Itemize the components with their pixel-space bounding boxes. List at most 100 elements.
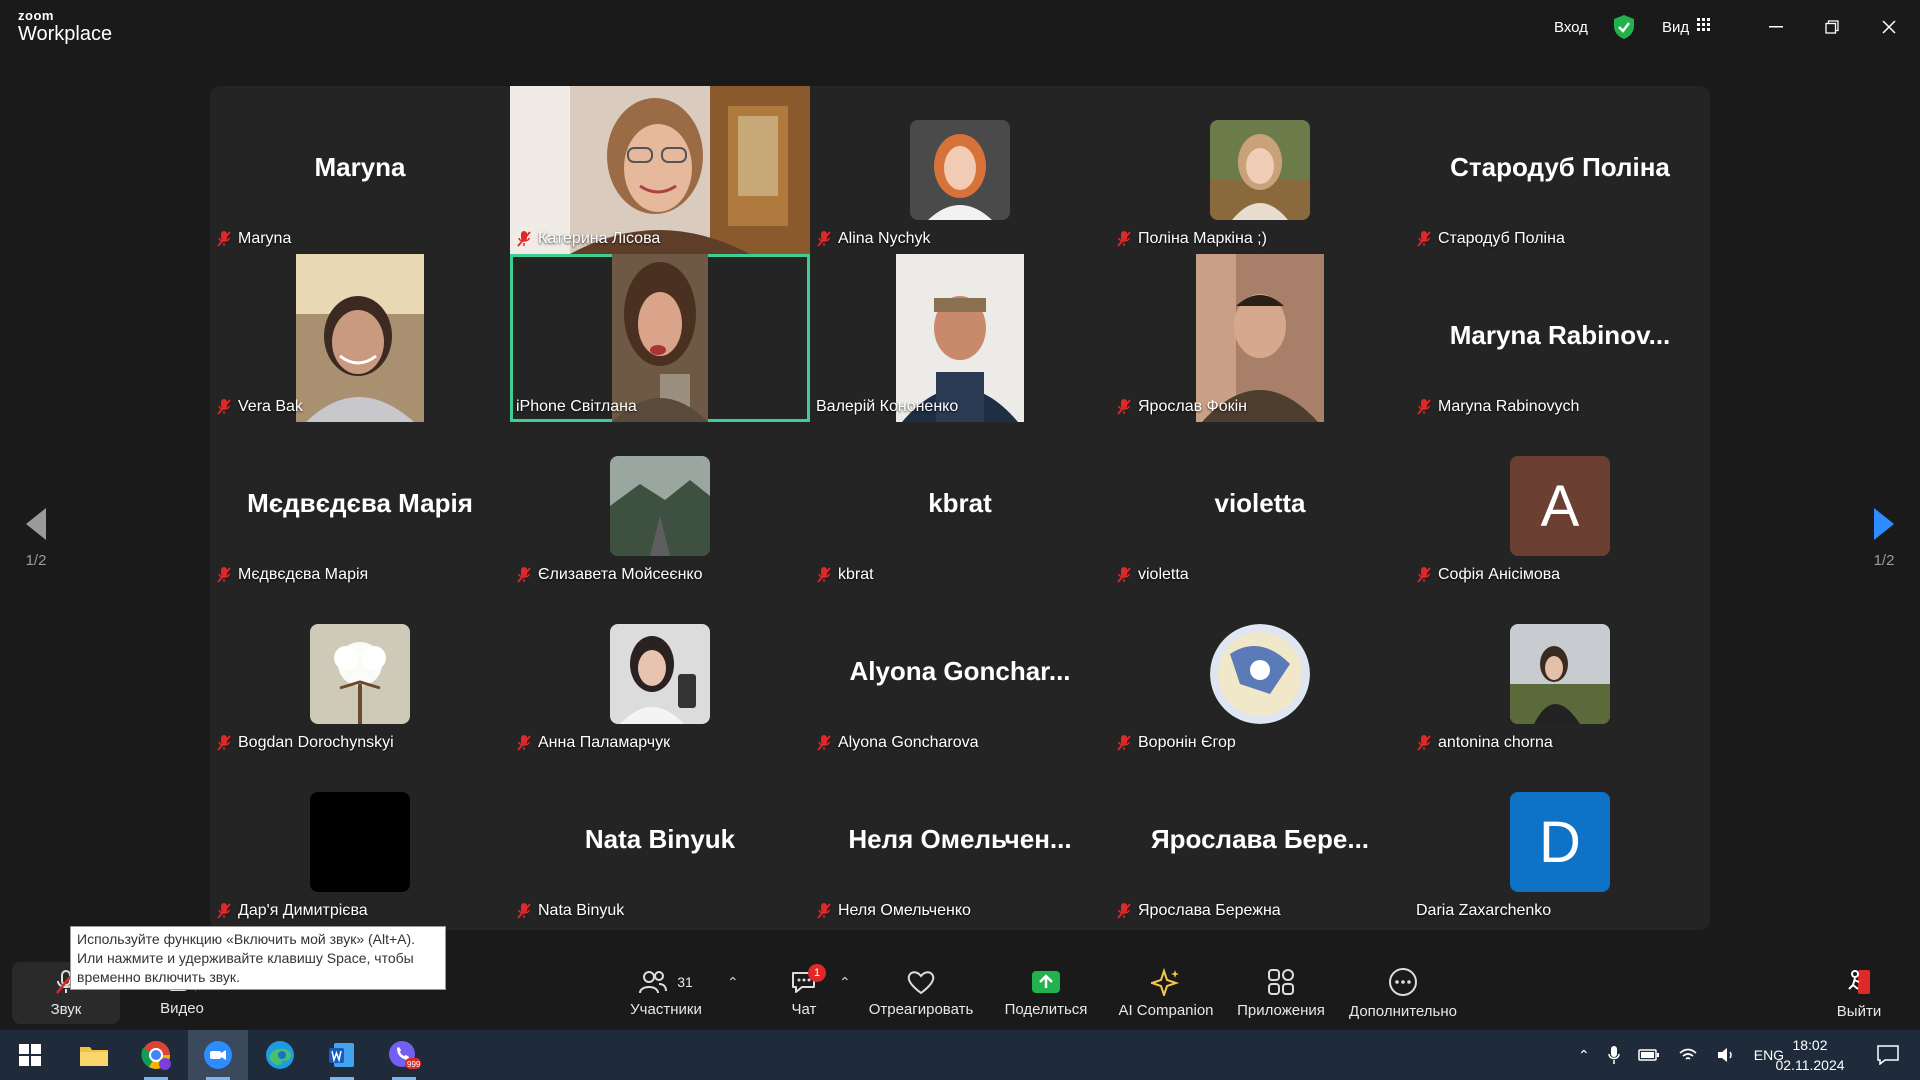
view-label: Вид bbox=[1662, 18, 1690, 36]
zoom-taskbar-icon[interactable] bbox=[188, 1030, 248, 1080]
battery-icon[interactable] bbox=[1637, 1048, 1660, 1062]
participant-avatar bbox=[610, 456, 710, 556]
apps-button[interactable]: Приложения bbox=[1234, 956, 1328, 1030]
mic-muted-icon bbox=[1117, 231, 1131, 247]
mic-muted-icon bbox=[1117, 735, 1131, 751]
mic-muted-icon bbox=[517, 735, 531, 751]
participant-tile[interactable]: Дар'я Димитрієва bbox=[210, 758, 510, 926]
participant-tile[interactable]: antonina chorna bbox=[1410, 590, 1710, 758]
signin-button[interactable]: Вход bbox=[1554, 14, 1588, 40]
file-explorer-icon[interactable] bbox=[64, 1030, 124, 1080]
gallery-grid: Maryna Maryna Катерина Лісова Alina Nych… bbox=[210, 86, 1710, 930]
page-indicator-right: 1/2 bbox=[1873, 552, 1895, 569]
participant-tile[interactable]: A Софія Анісімова bbox=[1410, 422, 1710, 590]
participant-nametag: Стародуб Поліна bbox=[1416, 228, 1565, 250]
participant-tile[interactable]: Єлизавета Мойсеєнко bbox=[510, 422, 810, 590]
encryption-shield-icon[interactable] bbox=[1613, 14, 1635, 40]
close-icon[interactable] bbox=[1873, 12, 1905, 42]
chrome-icon[interactable] bbox=[126, 1030, 186, 1080]
participant-tile[interactable]: D Daria Zaxarchenko bbox=[1410, 758, 1710, 926]
participant-tile[interactable]: Nata Binyuk Nata Binyuk bbox=[510, 758, 810, 926]
logo-workplace-text: Workplace bbox=[18, 23, 113, 45]
participant-tile[interactable]: Bogdan Dorochynskyi bbox=[210, 590, 510, 758]
mic-muted-icon bbox=[217, 567, 231, 583]
chat-label: Чат bbox=[791, 1000, 817, 1018]
participant-tile[interactable]: Alina Nychyk bbox=[810, 86, 1110, 254]
participant-name: violetta bbox=[1138, 566, 1189, 583]
participant-name: Nata Binyuk bbox=[538, 902, 625, 919]
participant-tile[interactable]: Мєдвєдєва Марія Мєдвєдєва Марія bbox=[210, 422, 510, 590]
participant-display-name: Maryna Rabinov... bbox=[1449, 320, 1671, 350]
participant-name: antonina chorna bbox=[1438, 734, 1553, 751]
participants-menu-chevron-icon[interactable]: ⌃ bbox=[727, 974, 739, 991]
participant-tile[interactable]: Alyona Gonchar... Alyona Goncharova bbox=[810, 590, 1110, 758]
participant-nametag: Воронін Єгор bbox=[1116, 732, 1236, 754]
ai-companion-button[interactable]: AI Companion bbox=[1116, 956, 1216, 1030]
next-page-button[interactable]: 1/2 bbox=[1854, 506, 1914, 616]
react-button[interactable]: Отреагировать bbox=[866, 956, 976, 1030]
leave-label: Выйти bbox=[1836, 1002, 1882, 1020]
participant-tile[interactable]: Неля Омельчен... Неля Омельченко bbox=[810, 758, 1110, 926]
wifi-icon[interactable] bbox=[1678, 1047, 1698, 1063]
participant-tile[interactable]: Валерій Кононенко bbox=[810, 254, 1110, 422]
participant-nametag: Софія Анісімова bbox=[1416, 564, 1560, 586]
arrow-left-icon bbox=[26, 508, 46, 540]
participant-nametag: kbrat bbox=[816, 564, 874, 586]
participant-tile[interactable]: Ярослав Фокін bbox=[1110, 254, 1410, 422]
audio-label: Звук bbox=[50, 1000, 82, 1018]
participant-nametag: Ярослава Бережна bbox=[1116, 900, 1281, 922]
participant-tile[interactable]: Ярослава Бере... Ярослава Бережна bbox=[1110, 758, 1410, 926]
leave-button[interactable]: Выйти bbox=[1830, 956, 1888, 1030]
participant-nametag: Alina Nychyk bbox=[816, 228, 930, 250]
edge-icon[interactable] bbox=[250, 1030, 310, 1080]
windows-start-icon[interactable] bbox=[0, 1030, 60, 1080]
leave-meeting-icon bbox=[1848, 969, 1870, 994]
view-button[interactable]: Вид bbox=[1662, 14, 1711, 40]
chat-menu-chevron-icon[interactable]: ⌃ bbox=[839, 974, 851, 991]
participant-tile[interactable]: Поліна Маркіна ;) bbox=[1110, 86, 1410, 254]
mic-muted-icon bbox=[1417, 567, 1431, 583]
mic-muted-icon bbox=[217, 231, 231, 247]
grid-view-icon bbox=[1697, 18, 1711, 36]
share-button[interactable]: Поделиться bbox=[1000, 956, 1092, 1030]
participants-button[interactable]: 31 Участники bbox=[622, 956, 710, 1030]
participant-nametag: violetta bbox=[1116, 564, 1189, 586]
participant-avatar bbox=[910, 120, 1010, 220]
participant-tile[interactable]: Vera Bak bbox=[210, 254, 510, 422]
participant-tile[interactable]: Стародуб Поліна Стародуб Поліна bbox=[1410, 86, 1710, 254]
logo-zoom-text: zoom bbox=[18, 8, 54, 23]
participant-name: Неля Омельченко bbox=[838, 902, 971, 919]
speaker-icon[interactable] bbox=[1716, 1047, 1736, 1063]
tooltip-line-3: временно включить звук. bbox=[77, 969, 240, 985]
minimize-icon[interactable] bbox=[1760, 12, 1792, 42]
participant-tile[interactable]: violetta violetta bbox=[1110, 422, 1410, 590]
participant-name: Vera Bak bbox=[238, 398, 303, 415]
viber-icon[interactable]: 999 bbox=[374, 1030, 434, 1080]
participant-nametag: Alyona Goncharova bbox=[816, 732, 979, 754]
participant-tile[interactable]: Maryna Maryna bbox=[210, 86, 510, 254]
system-clock[interactable]: 18:02 02.11.2024 bbox=[1772, 1035, 1848, 1075]
notifications-icon[interactable] bbox=[1858, 1030, 1918, 1080]
participant-display-name: violetta bbox=[1214, 488, 1306, 518]
participant-tile[interactable]: Maryna Rabinov... Maryna Rabinovych bbox=[1410, 254, 1710, 422]
mic-muted-icon bbox=[1417, 399, 1431, 415]
participant-nametag: Bogdan Dorochynskyi bbox=[216, 732, 394, 754]
participants-label: Участники bbox=[630, 1000, 702, 1018]
prev-page-button[interactable]: 1/2 bbox=[6, 506, 66, 616]
windows-taskbar: 999 ⌃ ENG 18:02 02.11.2024 bbox=[0, 1030, 1920, 1080]
participant-display-name: kbrat bbox=[928, 488, 992, 518]
tray-chevron-up-icon[interactable]: ⌃ bbox=[1578, 1047, 1590, 1064]
microphone-tray-icon[interactable] bbox=[1607, 1045, 1620, 1065]
participant-tile[interactable]: Анна Паламарчук bbox=[510, 590, 810, 758]
more-button[interactable]: Дополнительно bbox=[1346, 956, 1460, 1030]
mic-muted-icon bbox=[1417, 231, 1431, 247]
participant-tile-active-speaker[interactable]: iPhone Світлана bbox=[510, 254, 810, 422]
participant-tile[interactable]: kbrat kbrat bbox=[810, 422, 1110, 590]
participant-tile[interactable]: Катерина Лісова bbox=[510, 86, 810, 254]
participant-tile[interactable]: Воронін Єгор bbox=[1110, 590, 1410, 758]
word-icon[interactable] bbox=[312, 1030, 372, 1080]
title-bar: zoom Workplace Вход Вид bbox=[0, 0, 1920, 56]
restore-icon[interactable] bbox=[1816, 12, 1848, 42]
mic-muted-icon bbox=[1117, 567, 1131, 583]
participant-display-name: Alyona Gonchar... bbox=[849, 656, 1071, 686]
